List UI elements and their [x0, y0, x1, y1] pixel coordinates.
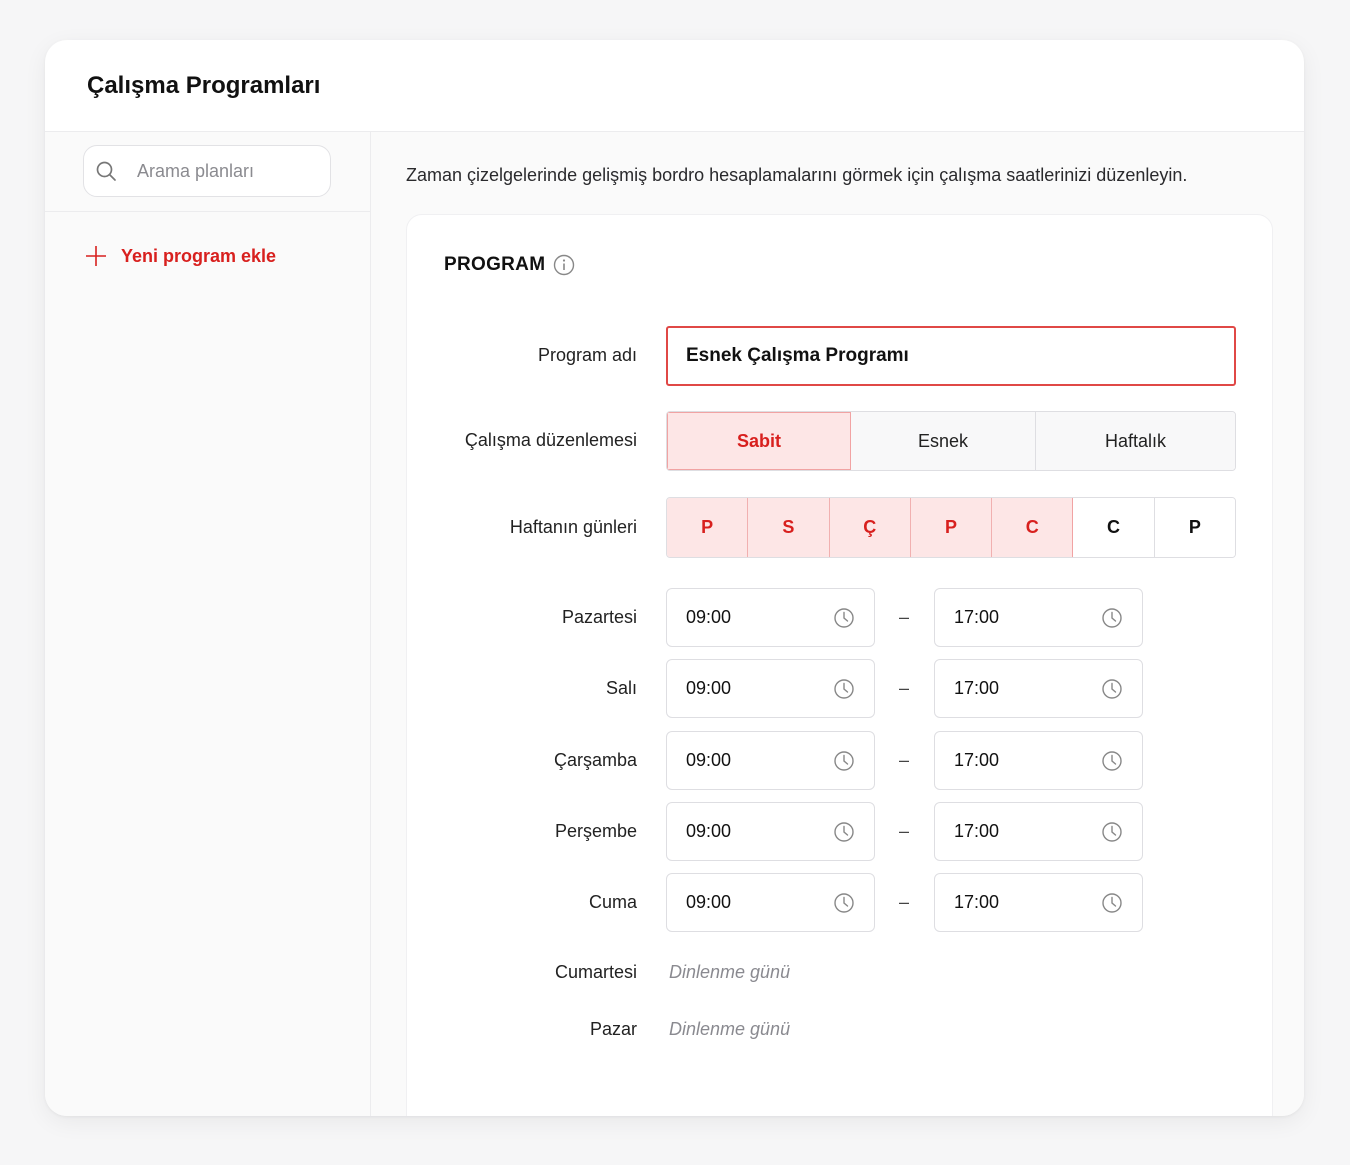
page-description: Zaman çizelgelerinde gelişmiş bordro hes…	[406, 165, 1188, 185]
time-separator: –	[899, 607, 910, 627]
search-area	[45, 132, 370, 212]
start-time-field[interactable]: 09:00	[666, 731, 875, 790]
clock-icon	[833, 750, 855, 772]
start-time-field[interactable]: 09:00	[666, 802, 875, 861]
sidebar: Yeni program ekle	[45, 132, 371, 1116]
program-panel: PROGRAM Program adı Çalışma düzenlemesi …	[406, 214, 1273, 1116]
time-separator: –	[899, 750, 910, 770]
schedule-day-label: Salı	[605, 678, 637, 698]
clock-icon	[833, 678, 855, 700]
schedule-day-label: Pazartesi	[561, 607, 637, 627]
day-toggle-tuesday[interactable]: S	[748, 498, 830, 557]
clock-icon	[833, 821, 855, 843]
end-time-value: 17:00	[954, 821, 1000, 841]
clock-icon	[833, 892, 855, 914]
arrangement-option-flexible[interactable]: Esnek	[851, 412, 1036, 470]
end-time-field[interactable]: 17:00	[934, 802, 1143, 861]
schedule-day-label: Perşembe	[554, 821, 637, 841]
time-separator: –	[899, 821, 910, 841]
clock-icon	[1101, 892, 1123, 914]
end-time-value: 17:00	[954, 607, 1000, 627]
plus-icon	[85, 245, 107, 267]
search-icon	[95, 160, 117, 182]
end-time-value: 17:00	[954, 750, 1000, 770]
start-time-field[interactable]: 09:00	[666, 659, 875, 718]
end-time-field[interactable]: 17:00	[934, 731, 1143, 790]
section-label: PROGRAM	[444, 254, 546, 275]
add-program-button[interactable]: Yeni program ekle	[85, 245, 276, 267]
day-toggle-thursday[interactable]: P	[910, 498, 993, 557]
rest-day-text: Dinlenme günü	[669, 962, 791, 982]
weekday-selector: P S Ç P C C P	[666, 497, 1236, 558]
start-time-value: 09:00	[686, 678, 732, 698]
day-toggle-monday[interactable]: P	[667, 498, 749, 557]
arrangement-label: Çalışma düzenlemesi	[464, 430, 637, 450]
arrangement-option-weekly[interactable]: Haftalık	[1036, 412, 1235, 470]
schedule-day-label: Cuma	[588, 892, 637, 912]
end-time-value: 17:00	[954, 678, 1000, 698]
arrangement-option-fixed[interactable]: Sabit	[667, 412, 851, 470]
info-icon[interactable]	[553, 254, 575, 276]
clock-icon	[833, 607, 855, 629]
arrangement-selector: Sabit Esnek Haftalık	[666, 411, 1236, 471]
start-time-value: 09:00	[686, 821, 732, 841]
day-toggle-saturday[interactable]: C	[1073, 498, 1155, 557]
schedule-day-label: Çarşamba	[553, 750, 637, 770]
start-time-value: 09:00	[686, 750, 732, 770]
end-time-value: 17:00	[954, 892, 1000, 912]
program-name-label: Program adı	[537, 345, 637, 365]
rest-day-label: Cumartesi	[554, 962, 637, 982]
clock-icon	[1101, 750, 1123, 772]
search-input[interactable]	[135, 159, 319, 183]
main-content: Zaman çizelgelerinde gelişmiş bordro hes…	[371, 132, 1304, 1116]
time-separator: –	[899, 892, 910, 912]
day-toggle-friday[interactable]: C	[992, 498, 1074, 557]
page-title: Çalışma Programları	[87, 71, 321, 99]
end-time-field[interactable]: 17:00	[934, 873, 1143, 932]
start-time-value: 09:00	[686, 607, 732, 627]
section-title: PROGRAM	[444, 254, 575, 276]
start-time-value: 09:00	[686, 892, 732, 912]
weekdays-label: Haftanın günleri	[509, 517, 637, 537]
day-toggle-sunday[interactable]: P	[1154, 498, 1235, 557]
clock-icon	[1101, 821, 1123, 843]
add-program-label: Yeni program ekle	[121, 245, 277, 266]
search-box[interactable]	[83, 145, 331, 197]
rest-day-label: Pazar	[589, 1019, 637, 1039]
day-toggle-wednesday[interactable]: Ç	[829, 498, 911, 557]
card-header: Çalışma Programları	[45, 40, 1304, 132]
start-time-field[interactable]: 09:00	[666, 588, 875, 647]
rest-day-text: Dinlenme günü	[669, 1019, 791, 1039]
time-separator: –	[899, 678, 910, 698]
clock-icon	[1101, 678, 1123, 700]
schedules-card: Çalışma Programları Yeni program ekle Za…	[45, 40, 1304, 1116]
end-time-field[interactable]: 17:00	[934, 588, 1143, 647]
program-name-input[interactable]	[666, 326, 1236, 386]
end-time-field[interactable]: 17:00	[934, 659, 1143, 718]
clock-icon	[1101, 607, 1123, 629]
start-time-field[interactable]: 09:00	[666, 873, 875, 932]
